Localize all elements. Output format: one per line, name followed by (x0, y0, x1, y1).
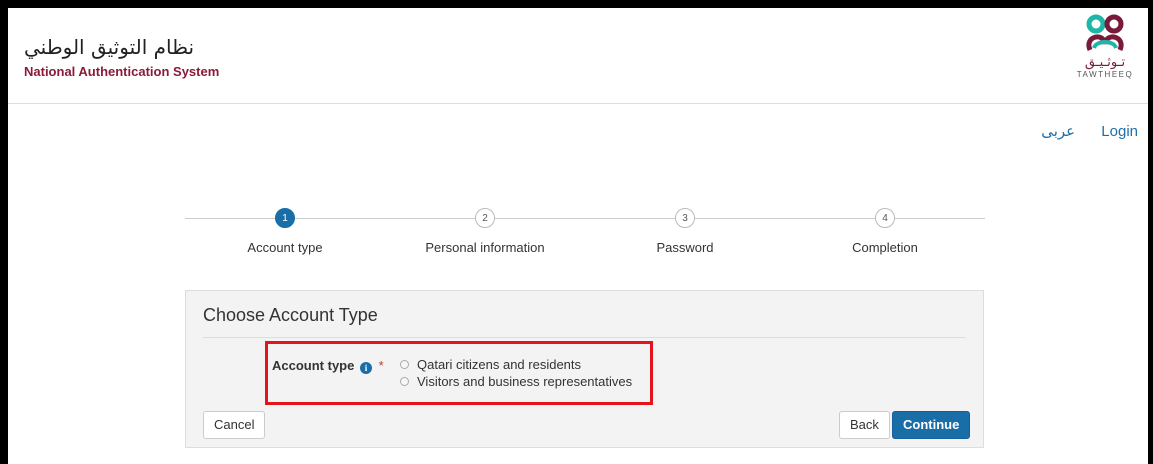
progress-stepper: 1 Account type 2 Personal information 3 … (185, 208, 985, 268)
step-label: Personal information (425, 240, 545, 255)
logo-mark-icon (1086, 14, 1124, 51)
cancel-button[interactable]: Cancel (203, 411, 266, 439)
step-number: 3 (675, 208, 695, 228)
step-password: 3 Password (585, 208, 785, 255)
panel-divider (203, 337, 966, 338)
logo-arabic-text: تـوثـيـق (1084, 55, 1126, 70)
header: نظام التوثيق الوطني National Authenticat… (8, 8, 1148, 104)
panel-title: Choose Account Type (203, 305, 378, 325)
step-label: Account type (247, 240, 323, 255)
site-title-arabic: نظام التوثيق الوطني (24, 35, 195, 59)
back-button[interactable]: Back (839, 411, 890, 439)
language-link[interactable]: عربى (1041, 123, 1075, 140)
step-label: Completion (852, 240, 918, 255)
step-label: Password (656, 240, 714, 255)
continue-button[interactable]: Continue (892, 411, 971, 439)
step-personal-information: 2 Personal information (385, 208, 585, 255)
top-nav: عربى Login (1019, 122, 1138, 140)
tawtheeq-logo[interactable]: تـوثـيـق TAWTHEEQ (1070, 14, 1140, 96)
account-type-panel: Choose Account Type Account type i * Qat… (185, 290, 984, 448)
page: نظام التوثيق الوطني National Authenticat… (8, 8, 1148, 464)
step-number: 1 (275, 208, 295, 228)
step-account-type: 1 Account type (185, 208, 385, 255)
step-number: 4 (875, 208, 895, 228)
site-title-english: National Authentication System (24, 64, 220, 79)
step-completion: 4 Completion (785, 208, 985, 255)
step-number: 2 (475, 208, 495, 228)
login-link[interactable]: Login (1101, 123, 1138, 140)
highlight-box (265, 341, 653, 405)
logo-english-text: TAWTHEEQ (1076, 70, 1134, 79)
